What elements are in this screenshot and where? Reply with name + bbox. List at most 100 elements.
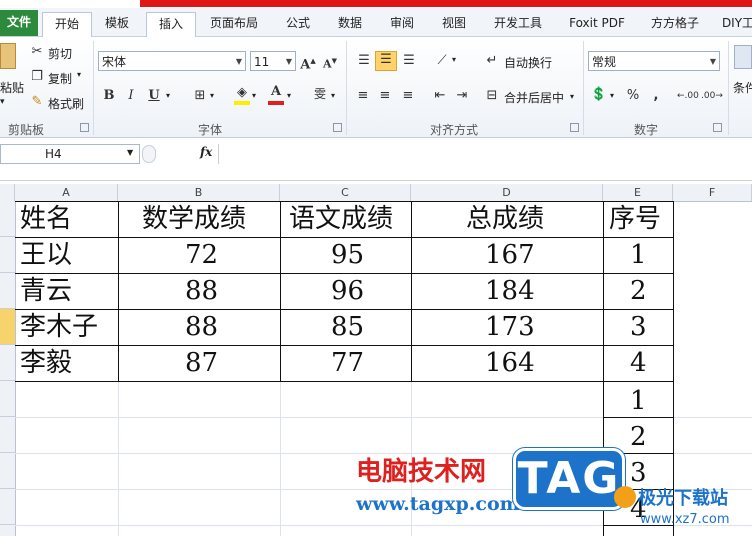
number-format-select[interactable]: 常规 ▼ [588, 51, 720, 71]
tab-diy[interactable]: DIY工 [718, 12, 752, 36]
table-cell[interactable]: 青云 [20, 273, 72, 309]
header-cell-math[interactable]: 数学成绩 [142, 201, 246, 237]
copy-button[interactable]: 复制 [48, 70, 72, 87]
table-cell[interactable]: 173 [485, 309, 535, 345]
column-header-d[interactable]: D [411, 184, 603, 201]
phonetic-dropdown-icon[interactable]: ▾ [331, 91, 335, 100]
tab-foxit-pdf[interactable]: Foxit PDF [562, 12, 632, 36]
accounting-dropdown-icon[interactable]: ▾ [610, 91, 614, 100]
fill-color-icon[interactable]: ◈ [234, 85, 250, 101]
column-header-c[interactable]: C [280, 184, 411, 201]
tab-data[interactable]: 数据 [330, 12, 370, 36]
align-left-icon[interactable]: ≡ [354, 88, 372, 104]
align-top-icon[interactable]: ☰ [354, 53, 374, 69]
row-header[interactable] [0, 453, 15, 489]
font-size-select[interactable]: 11 ▼ [250, 51, 296, 71]
align-right-icon[interactable]: ≡ [399, 88, 417, 104]
clipboard-launcher-icon[interactable] [80, 123, 89, 132]
borders-icon[interactable]: ⊞ [192, 88, 208, 104]
table-cell[interactable]: 4 [630, 345, 647, 381]
column-header-a[interactable]: A [15, 184, 118, 201]
align-middle-icon[interactable]: ☰ [375, 51, 397, 71]
percent-button[interactable]: % [624, 88, 642, 104]
chevron-down-icon[interactable]: ▼ [127, 148, 133, 157]
bold-button[interactable]: B [102, 88, 116, 104]
table-cell[interactable]: 1 [630, 383, 647, 419]
accounting-format-icon[interactable]: 💲 [590, 87, 608, 103]
cut-button[interactable]: 剪切 [48, 45, 72, 62]
paste-icon[interactable] [0, 43, 16, 69]
row-header[interactable] [0, 489, 15, 525]
tab-review[interactable]: 审阅 [382, 12, 422, 36]
table-cell[interactable]: 164 [485, 345, 535, 381]
alignment-launcher-icon[interactable] [570, 123, 579, 132]
tab-template[interactable]: 模板 [95, 12, 139, 36]
tab-formulas[interactable]: 公式 [278, 12, 318, 36]
comma-style-button[interactable]: , [648, 88, 664, 104]
merge-dropdown-icon[interactable]: ▾ [570, 92, 574, 101]
borders-dropdown-icon[interactable]: ▾ [210, 91, 214, 100]
paste-button[interactable]: 粘贴 [0, 79, 24, 96]
name-box[interactable]: H4 ▼ [0, 144, 140, 164]
table-cell[interactable]: 167 [485, 237, 535, 273]
table-cell[interactable]: 96 [331, 273, 364, 309]
tab-view[interactable]: 视图 [434, 12, 474, 36]
header-cell-total[interactable]: 总成绩 [466, 201, 544, 237]
decrease-indent-icon[interactable]: ⇤ [432, 88, 448, 104]
table-cell[interactable]: 王以 [20, 237, 72, 273]
paste-dropdown-icon[interactable]: ▾ [0, 97, 5, 107]
table-cell[interactable]: 85 [331, 309, 364, 345]
number-launcher-icon[interactable] [713, 123, 722, 132]
insert-function-button[interactable]: fx [200, 145, 212, 159]
tab-insert[interactable]: 插入 [146, 12, 196, 38]
grow-font-icon[interactable]: A▲ [300, 53, 316, 73]
orientation-dropdown-icon[interactable]: ▾ [452, 55, 456, 64]
table-cell[interactable]: 87 [185, 345, 218, 381]
table-cell[interactable]: 李木子 [20, 309, 98, 345]
conditional-format-button[interactable]: 条件 [733, 79, 752, 96]
tab-file[interactable]: 文件 [0, 10, 38, 36]
table-cell[interactable]: 2 [630, 273, 647, 309]
select-all-corner[interactable] [0, 184, 15, 201]
row-header-selected[interactable] [0, 309, 15, 345]
format-painter-button[interactable]: 格式刷 [48, 95, 84, 112]
column-header-b[interactable]: B [118, 184, 280, 201]
decrease-decimal-icon[interactable]: .00→ [701, 88, 723, 104]
table-cell[interactable]: 88 [185, 309, 218, 345]
row-header[interactable] [0, 381, 15, 417]
increase-decimal-icon[interactable]: ←.00 [677, 88, 699, 104]
font-name-select[interactable]: 宋体 ▼ [98, 51, 246, 71]
table-cell[interactable]: 李毅 [20, 345, 72, 381]
tab-page-layout[interactable]: 页面布局 [202, 12, 266, 36]
font-launcher-icon[interactable] [333, 123, 342, 132]
align-center-icon[interactable]: ≡ [376, 88, 394, 104]
font-color-icon[interactable]: A [268, 84, 284, 100]
header-cell-index[interactable]: 序号 [609, 201, 661, 237]
fill-color-dropdown-icon[interactable]: ▾ [252, 91, 256, 100]
tab-fangfang-gezi[interactable]: 方方格子 [642, 12, 708, 36]
header-cell-name[interactable]: 姓名 [20, 201, 72, 237]
wrap-text-button[interactable]: 自动换行 [504, 54, 552, 71]
row-header[interactable] [0, 201, 15, 237]
italic-button[interactable]: I [124, 88, 138, 104]
font-color-dropdown-icon[interactable]: ▾ [287, 91, 291, 100]
header-cell-chinese[interactable]: 语文成绩 [289, 201, 393, 237]
shrink-font-icon[interactable]: A▼ [322, 53, 338, 73]
align-bottom-icon[interactable]: ☰ [399, 53, 419, 69]
underline-button[interactable]: U [147, 88, 161, 104]
tab-developer[interactable]: 开发工具 [484, 12, 552, 36]
table-cell[interactable]: 2 [630, 419, 647, 455]
phonetic-icon[interactable]: 雯 [312, 86, 328, 102]
column-header-e[interactable]: E [603, 184, 673, 201]
merge-center-button[interactable]: 合并后居中 [504, 89, 564, 106]
copy-dropdown-icon[interactable]: ▾ [77, 70, 81, 79]
formula-input[interactable] [218, 144, 752, 164]
column-header-f[interactable]: F [673, 184, 752, 201]
row-header[interactable] [0, 237, 15, 273]
table-cell[interactable]: 3 [630, 309, 647, 345]
underline-dropdown-icon[interactable]: ▾ [166, 91, 170, 100]
conditional-format-icon[interactable] [734, 45, 752, 69]
row-header[interactable] [0, 417, 15, 453]
formula-bar-splitter[interactable] [142, 145, 156, 163]
table-cell[interactable]: 72 [185, 237, 218, 273]
